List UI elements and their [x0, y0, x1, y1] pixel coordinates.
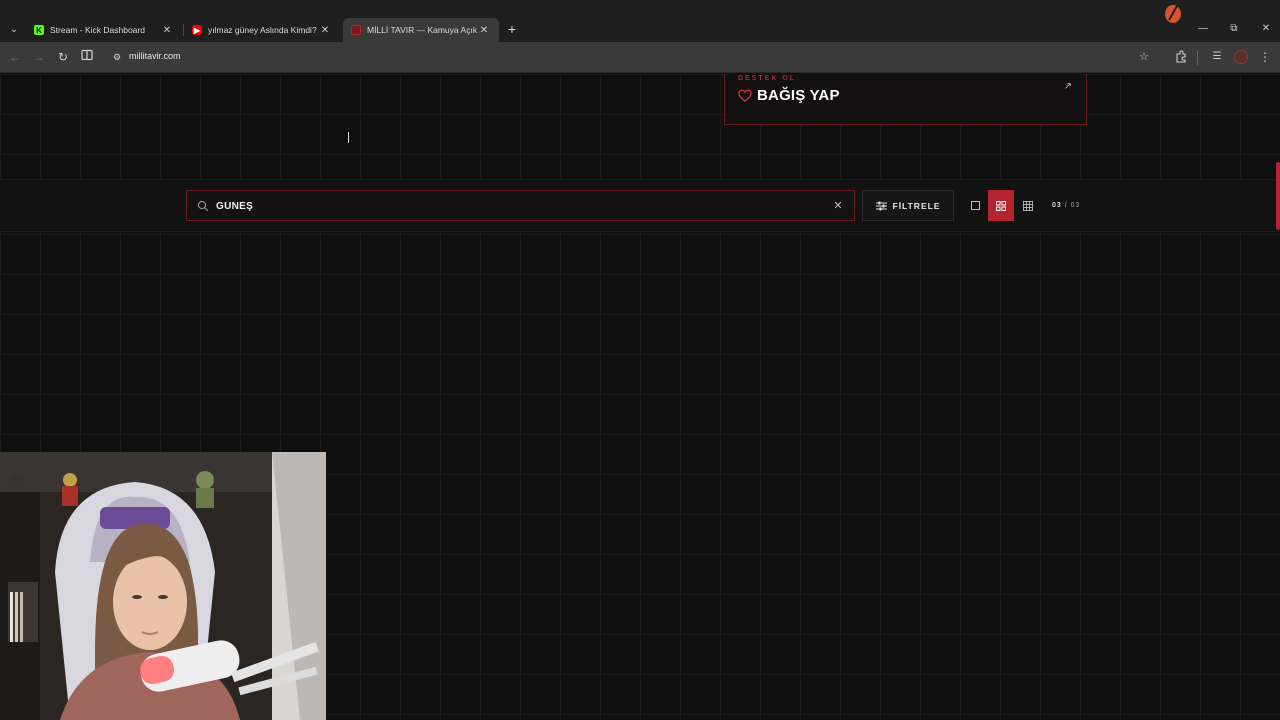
- result-count: 03 / 03: [1052, 202, 1080, 209]
- tab-title: MİLLİ TAVIR — Kamuya Açık Pa: [367, 25, 477, 35]
- clear-search-icon[interactable]: ✕: [832, 199, 844, 213]
- reload-icon[interactable]: ↻: [55, 49, 71, 65]
- tab-title: Stream - Kick Dashboard: [50, 25, 145, 35]
- youtube-icon: ▶: [192, 25, 202, 35]
- result-separator: /: [1064, 202, 1068, 209]
- toolbar-divider: [1197, 51, 1198, 65]
- tab-kick-dashboard[interactable]: K Stream - Kick Dashboard ✕: [26, 18, 182, 42]
- site-icon: [351, 25, 361, 35]
- minimize-icon[interactable]: —: [1192, 22, 1214, 36]
- search-icon: [197, 200, 209, 212]
- browser-toolbar: ← → ↻ ⚙ millitavir.com ☆ ☰ ⋮: [0, 42, 1280, 73]
- media-control-icon[interactable]: ☰: [1209, 49, 1225, 65]
- split-view-icon[interactable]: [79, 49, 95, 65]
- menu-icon[interactable]: ⋮: [1257, 49, 1273, 65]
- donate-kicker: DESTEK OL: [738, 75, 797, 82]
- close-icon[interactable]: ✕: [160, 25, 174, 36]
- url-text: millitavir.com: [129, 51, 181, 61]
- filter-label: FİLTRELE: [892, 200, 941, 211]
- profile-avatar[interactable]: [1234, 50, 1248, 64]
- new-tab-button[interactable]: +: [503, 20, 521, 38]
- close-icon[interactable]: ✕: [318, 25, 332, 36]
- search-input[interactable]: [216, 197, 816, 215]
- text-cursor-icon: [348, 132, 351, 143]
- result-current: 03: [1052, 202, 1062, 209]
- arrow-up-right-icon: ↗: [1063, 81, 1072, 92]
- view-dense-grid-button[interactable]: [1015, 190, 1041, 221]
- restore-icon[interactable]: ⧉: [1223, 22, 1245, 36]
- view-grid-button[interactable]: [988, 190, 1014, 221]
- filter-bar: ✕ FİLTRELE: [0, 179, 1280, 232]
- kick-icon: K: [34, 25, 44, 35]
- page-scrollbar[interactable]: [1276, 162, 1280, 230]
- address-bar[interactable]: ⚙ millitavir.com: [105, 46, 1165, 69]
- back-icon[interactable]: ←: [7, 49, 23, 65]
- grid-3x3-icon: [1023, 200, 1033, 211]
- webcam-feed: [0, 452, 326, 720]
- search-box[interactable]: ✕: [186, 190, 855, 221]
- webcam-overlay: [0, 452, 326, 720]
- close-window-icon[interactable]: ✕: [1255, 22, 1277, 36]
- filter-button[interactable]: FİLTRELE: [862, 190, 954, 221]
- sliders-icon: [875, 201, 887, 210]
- browser-tab-strip: ⌄ K Stream - Kick Dashboard ✕ ▶ yılmaz g…: [0, 0, 1280, 42]
- heart-icon: [738, 89, 752, 102]
- donate-title: BAĞIŞ YAP: [757, 87, 840, 104]
- app-logo-icon: [1165, 5, 1181, 23]
- result-total: 03: [1070, 202, 1081, 209]
- bookmark-star-icon[interactable]: ☆: [1139, 50, 1149, 63]
- donate-card[interactable]: DESTEK OL BAĞIŞ YAP ↗: [724, 74, 1087, 125]
- tab-search-chevron-icon[interactable]: ⌄: [6, 20, 22, 38]
- tab-milli-tavir[interactable]: MİLLİ TAVIR — Kamuya Açık Pa ✕: [343, 18, 499, 42]
- tab-title: yılmaz güney Aslında Kimdi? | Y: [208, 25, 318, 35]
- grid-2x2-icon: [996, 200, 1006, 211]
- extensions-icon[interactable]: [1174, 50, 1188, 64]
- square-view-icon: [970, 201, 980, 210]
- tab-youtube[interactable]: ▶ yılmaz güney Aslında Kimdi? | Y ✕: [184, 18, 340, 42]
- close-icon[interactable]: ✕: [477, 25, 491, 36]
- view-single-button[interactable]: [962, 190, 988, 221]
- site-info-icon[interactable]: ⚙: [111, 51, 123, 63]
- forward-icon[interactable]: →: [31, 49, 47, 65]
